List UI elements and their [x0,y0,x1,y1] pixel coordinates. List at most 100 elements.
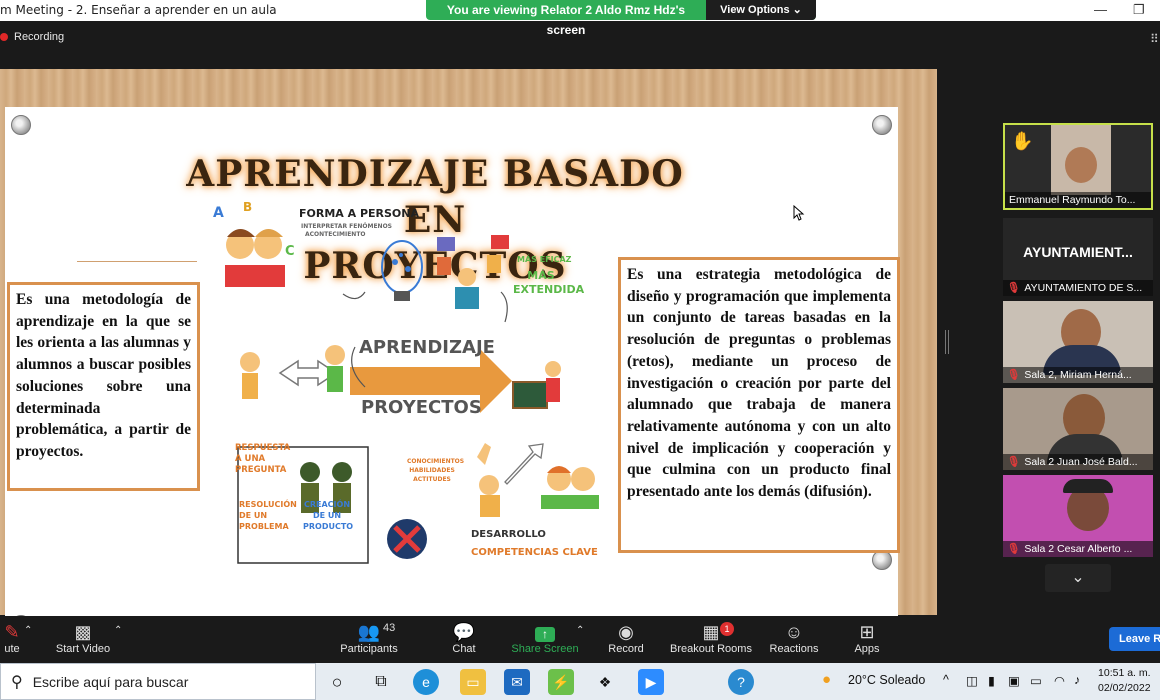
participant-name: Sala 2 Cesar Alberto ... [1024,543,1133,555]
recording-label: Recording [14,31,65,43]
breakout-badge: 1 [720,622,734,636]
tray-battery-icon[interactable]: ▭ [1030,673,1042,688]
proyectos-label: PROYECTOS [361,397,482,418]
minimize-button[interactable]: — [1094,2,1107,17]
share-screen-button[interactable]: ↑ Share Screen [510,621,580,655]
participant-name: Emmanuel Raymundo To... [1005,192,1151,208]
apps-button[interactable]: ⊞ Apps [850,621,884,655]
viewing-message: You are viewing Relator 2 Aldo Rmz Hdz's… [446,3,686,37]
participant-tile-emmanuel[interactable]: ✋ Emmanuel Raymundo To... [1003,123,1153,210]
chat-button[interactable]: 💬 Chat [444,621,484,655]
green-app-icon[interactable]: ⚡ [548,669,574,695]
gallery-grid-icon[interactable]: ⠿ [1150,32,1159,46]
participant-tile-juan-jose[interactable]: 🎙 Sala 2 Juan José Bald... [1003,388,1153,470]
help-app-icon[interactable]: ? [728,669,754,695]
video-feed [1051,125,1111,195]
restore-button[interactable]: ❐ [1133,2,1145,18]
task-view-icon[interactable]: ⧉ [368,669,394,695]
participant-tile-miriam[interactable]: 🎙 Sala 2, Miriam Herná... [1003,301,1153,383]
chat-icon: 💬 [452,622,476,642]
tray-app-icon[interactable]: ▣ [1008,673,1020,688]
screen-share-banner: You are viewing Relator 2 Aldo Rmz Hdz's… [426,0,816,37]
presentation-slide: APRENDIZAJE BASADO EN PROYECTOS Es una m… [5,107,900,646]
reactions-button[interactable]: ☺ Reactions [768,621,820,655]
person-research-icon [437,235,509,309]
mail-icon[interactable]: ✉ [504,669,530,695]
chat-label: Chat [452,643,476,655]
recording-dot-icon [0,33,8,41]
conocimientos-label: CONOCIMIENTOS HABILIDADES ACTITUDES [407,458,465,483]
breakout-rooms-button[interactable]: ▦ Breakout Rooms [670,621,752,655]
record-button[interactable]: ◉ Record [606,621,646,655]
start-video-button[interactable]: ▩ Start Video [52,621,114,655]
tray-mic-icon[interactable]: ▮ [988,673,995,688]
meeting-toolbar: ✎ ute ⌃ ▩ Start Video ⌃ 👥 Participants 4… [0,616,1160,663]
forma-sub1-label: INTERPRETAR FENÓMENOS [301,223,392,230]
view-options-button[interactable]: View Options ⌄ [706,0,816,20]
mute-options-chevron-icon[interactable]: ⌃ [24,625,32,636]
participant-tile-cesar[interactable]: 🎙 Sala 2 Cesar Alberto ... [1003,475,1153,557]
mute-label: ute [4,643,20,655]
breakout-rooms-label: Breakout Rooms [670,643,752,655]
mas-extendida-label: MÁS EXTENDIDA [513,269,585,296]
muted-mic-icon: 🎙 [1007,456,1021,468]
video-options-chevron-icon[interactable]: ⌃ [114,625,122,636]
teacher-board-icon [512,361,561,409]
svg-text:A: A [213,205,224,221]
mouse-cursor-icon [793,205,805,221]
face-avatar [1065,147,1097,183]
mic-muted-icon: ✎ [4,622,20,642]
panel-resize-handle[interactable] [945,330,949,354]
pin-icon [872,115,892,135]
apps-label: Apps [854,643,880,655]
tray-meet-icon[interactable]: ◫ [966,673,978,688]
video-off-icon: ▩ [74,622,92,642]
lightbulb-icon [381,240,423,301]
exchange-arrows-icon [240,345,345,399]
taskbar-search[interactable]: ⚲ Escribe aquí para buscar [0,663,316,700]
clock-time: 10:51 a. m. [1098,667,1151,679]
breakout-rooms-icon: ▦ [702,622,720,642]
participant-name: Sala 2, Miriam Herná... [1024,369,1132,381]
edge-icon[interactable]: e [413,669,439,695]
taskbar-clock[interactable]: 10:51 a. m. 02/02/2022 [1098,666,1151,696]
reactions-icon: ☺ [784,622,804,642]
participant-big-label: AYUNTAMIENT... [1023,244,1133,260]
participant-tile-ayuntamiento[interactable]: AYUNTAMIENT... 🎙 AYUNTAMIENTO DE S... [1003,218,1153,296]
wifi-icon[interactable]: ◠ [1054,673,1065,688]
participant-name: Sala 2 Juan José Bald... [1024,456,1138,468]
definition-box-left: Es una metodología de aprendizaje en la … [7,282,200,491]
scroll-down-chevron-icon[interactable]: ⌄ [1045,564,1111,592]
svg-text:C: C [285,244,295,259]
cap [1063,479,1113,493]
definition-box-right: Es una estrategia metodológica de diseño… [618,257,900,553]
participants-label: Participants [340,643,398,655]
kids-reading-icon: A B C [213,200,295,287]
resolucion-label: RESOLUCIÓN DE UN PROBLEMA [239,500,297,531]
record-label: Record [608,643,644,655]
volume-icon[interactable]: ♪ [1074,673,1080,687]
respuesta-label: RESPUESTA A UNA PREGUNTA [235,443,291,475]
recording-indicator[interactable]: Recording [0,31,64,43]
pin-icon [872,550,892,570]
tray-expand-chevron-icon[interactable]: ^ [943,673,949,687]
window-title: m Meeting - 2. Enseñar a aprender en un … [0,3,277,17]
search-placeholder: Escribe aquí para buscar [32,673,189,690]
zoom-icon[interactable]: ▶ [638,669,664,695]
aprendizaje-label: APRENDIZAJE [359,337,495,358]
windows-taskbar: ⚲ Escribe aquí para buscar ○ ⧉ e ▭ ✉ ⚡ ❖… [0,663,1160,700]
dropbox-icon[interactable]: ❖ [592,669,618,695]
file-explorer-icon[interactable]: ▭ [460,669,486,695]
cortana-icon[interactable]: ○ [324,669,350,695]
share-options-chevron-icon[interactable]: ⌃ [576,625,584,636]
forma-sub2-label: ACONTECIMIENTO [305,231,366,238]
divider [77,261,197,262]
raised-hand-icon: ✋ [1011,131,1034,151]
svg-text:B: B [243,200,252,214]
mute-button[interactable]: ✎ ute [0,621,24,655]
leave-button[interactable]: Leave R [1109,627,1160,651]
shared-screen: APRENDIZAJE BASADO EN PROYECTOS Es una m… [0,69,937,646]
weather-text[interactable]: 20°C Soleado [848,673,925,687]
forma-label: FORMA A PERSONA [299,207,420,220]
clock-date: 02/02/2022 [1098,682,1151,694]
